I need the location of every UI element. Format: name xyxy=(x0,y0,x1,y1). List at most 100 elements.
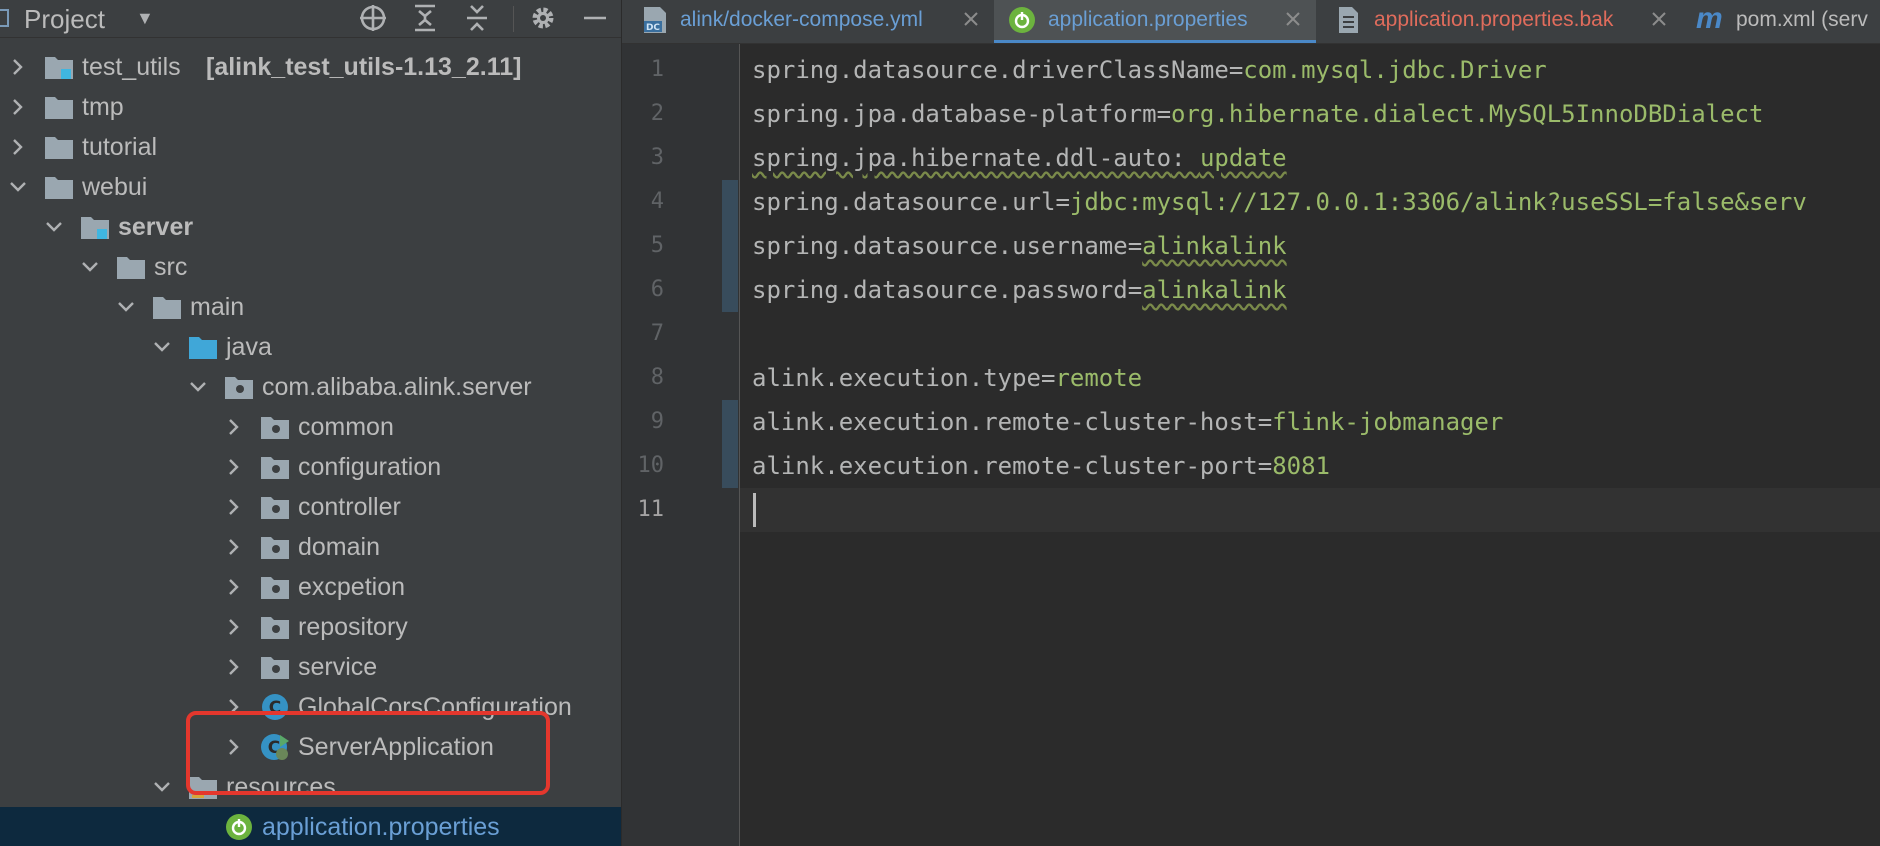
chevron-right-icon[interactable] xyxy=(224,537,244,557)
line-number: 9 xyxy=(650,409,664,434)
code-line-3: spring.jpa.hibernate.ddl-auto: update xyxy=(752,136,1287,180)
tree-item-label: GlobalCorsConfiguration xyxy=(298,693,572,721)
tree-item-common[interactable]: common xyxy=(0,407,621,447)
tree-item-controller[interactable]: controller xyxy=(0,487,621,527)
collapse-all-icon[interactable] xyxy=(461,2,493,34)
close-icon[interactable] xyxy=(962,10,980,28)
tab-application-properties[interactable]: application.properties xyxy=(994,0,1316,43)
property-value: alinkalink xyxy=(1142,232,1287,260)
tree-item-tutorial[interactable]: tutorial xyxy=(0,127,621,167)
tree-item-main[interactable]: main xyxy=(0,287,621,327)
line-number: 2 xyxy=(650,101,664,126)
chevron-right-icon[interactable] xyxy=(224,457,244,477)
tree-item-repository[interactable]: repository xyxy=(0,607,621,647)
chevron-right-icon[interactable] xyxy=(224,657,244,677)
package-icon xyxy=(261,497,289,519)
close-icon[interactable] xyxy=(1650,10,1668,28)
property-key: spring.jpa.hibernate.ddl-auto xyxy=(752,144,1172,172)
tree-item-global-cors-configuration[interactable]: C GlobalCorsConfiguration xyxy=(0,687,621,727)
project-tool-window: Project ▼ test_utils [alink_test_utils-1… xyxy=(0,0,622,846)
tab-docker-compose[interactable]: DC alink/docker-compose.yml xyxy=(622,0,994,43)
project-panel-title[interactable]: Project xyxy=(24,4,105,35)
current-line-highlight xyxy=(740,488,1880,532)
code-line-5: spring.datasource.username=alinkalink xyxy=(752,224,1287,268)
tree-item-excpetion[interactable]: excpetion xyxy=(0,567,621,607)
vcs-change-marker[interactable] xyxy=(722,400,738,488)
chevron-down-icon[interactable] xyxy=(116,297,136,317)
tree-item-domain[interactable]: domain xyxy=(0,527,621,567)
property-value: flink-jobmanager xyxy=(1272,408,1504,436)
package-icon xyxy=(261,417,289,439)
line-number-gutter: 1 2 3 4 5 6 7 8 9 10 11 xyxy=(622,44,740,846)
tree-item-label: domain xyxy=(298,533,380,561)
minimize-icon[interactable] xyxy=(579,2,611,34)
property-value: alinkalink xyxy=(1142,276,1287,304)
property-separator: = xyxy=(1228,56,1244,84)
text-file-icon xyxy=(1339,7,1358,33)
tree-item-service[interactable]: service xyxy=(0,647,621,687)
gear-icon[interactable] xyxy=(527,2,559,34)
chevron-right-icon[interactable] xyxy=(8,137,28,157)
tree-item-label: common xyxy=(298,413,394,441)
tree-item-java[interactable]: java xyxy=(0,327,621,367)
tree-item-module-suffix: [alink_test_utils-1.13_2.11] xyxy=(206,53,522,81)
tree-item-configuration[interactable]: configuration xyxy=(0,447,621,487)
locate-file-icon[interactable] xyxy=(357,2,389,34)
line-number: 10 xyxy=(637,453,665,478)
tree-item-label: server xyxy=(118,213,194,241)
chevron-down-icon[interactable] xyxy=(80,257,100,277)
tree-item-webui[interactable]: webui xyxy=(0,167,621,207)
resources-folder-icon xyxy=(189,777,217,799)
tree-item-server-application[interactable]: C ServerApplication xyxy=(0,727,621,767)
text-caret xyxy=(753,493,756,527)
code-line-1: spring.datasource.driverClassName=com.my… xyxy=(752,48,1547,92)
code-editor[interactable]: 1 2 3 4 5 6 7 8 9 10 11 spring.datasourc… xyxy=(622,44,1880,846)
close-icon[interactable] xyxy=(1284,10,1302,28)
chevron-right-icon[interactable] xyxy=(224,617,244,637)
svg-text:DC: DC xyxy=(646,23,660,33)
tree-item-src[interactable]: src xyxy=(0,247,621,287)
line-number: 7 xyxy=(650,321,664,346)
vcs-change-marker[interactable] xyxy=(722,180,738,312)
module-folder-icon xyxy=(81,217,109,239)
chevron-down-icon[interactable] xyxy=(152,337,172,357)
tree-item-resources[interactable]: resources xyxy=(0,767,621,807)
chevron-right-icon[interactable] xyxy=(224,697,244,717)
package-icon xyxy=(261,657,289,679)
maven-icon: m xyxy=(1696,2,1723,35)
chevron-down-icon[interactable] xyxy=(8,177,28,197)
property-value: com.mysql.jdbc.Driver xyxy=(1243,56,1547,84)
property-key: spring.datasource.username xyxy=(752,232,1128,260)
code-line-6: spring.datasource.password=alinkalink xyxy=(752,268,1287,312)
chevron-right-icon[interactable] xyxy=(224,737,244,757)
property-separator: = xyxy=(1127,276,1143,304)
tree-item-label: application.properties xyxy=(262,813,500,841)
chevron-right-icon[interactable] xyxy=(224,577,244,597)
expand-all-icon[interactable] xyxy=(409,2,441,34)
tab-pom-xml[interactable]: m pom.xml (serv xyxy=(1680,0,1880,43)
folder-icon xyxy=(117,257,145,279)
tree-item-test-utils[interactable]: test_utils [alink_test_utils-1.13_2.11] xyxy=(0,47,621,87)
chevron-right-icon[interactable] xyxy=(8,57,28,77)
chevron-right-icon[interactable] xyxy=(224,417,244,437)
svg-text:C: C xyxy=(269,698,281,718)
tree-item-server[interactable]: server xyxy=(0,207,621,247)
chevron-right-icon[interactable] xyxy=(224,497,244,517)
tree-item-tmp[interactable]: tmp xyxy=(0,87,621,127)
chevron-down-icon[interactable] xyxy=(188,377,208,397)
package-icon xyxy=(261,537,289,559)
property-value: update xyxy=(1199,144,1287,172)
tree-item-application-properties[interactable]: application.properties xyxy=(0,807,621,846)
chevron-down-icon[interactable] xyxy=(44,217,64,237)
tree-item-package-root[interactable]: com.alibaba.alink.server xyxy=(0,367,621,407)
folder-icon xyxy=(45,97,73,119)
module-folder-icon xyxy=(45,57,73,79)
code-line-4: spring.datasource.url=jdbc:mysql://127.0… xyxy=(752,180,1807,224)
chevron-down-icon[interactable]: ▼ xyxy=(136,8,154,29)
tree-item-label: repository xyxy=(298,613,408,641)
chevron-right-icon[interactable] xyxy=(8,97,28,117)
chevron-down-icon[interactable] xyxy=(152,777,172,797)
tab-application-properties-bak[interactable]: application.properties.bak xyxy=(1316,0,1680,43)
code-line-8: alink.execution.type=remote xyxy=(752,356,1142,400)
property-key: spring.jpa.database-platform xyxy=(752,100,1157,128)
